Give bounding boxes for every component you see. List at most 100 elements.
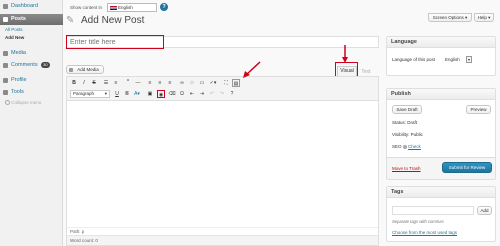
align-center-icon[interactable]: ≡ [156, 79, 164, 87]
sidebar-item-label: Comments [11, 62, 38, 68]
bullet-list-icon[interactable]: ☰ [102, 79, 110, 87]
user-icon [3, 78, 8, 83]
sidebar-item-label: Posts [11, 16, 26, 22]
screen-options-label: Screen Options [432, 15, 464, 20]
seo-status-icon [402, 144, 407, 149]
collapse-icon [5, 100, 10, 106]
strikethrough-icon[interactable]: S [90, 79, 98, 87]
spellcheck-icon[interactable]: ✓▾ [209, 79, 217, 87]
underline-icon[interactable]: U [113, 90, 121, 98]
page-title: Add New Post [81, 15, 145, 26]
choose-tags-link[interactable]: Choose from the most used tags [392, 230, 457, 235]
language-label: Language of this post [392, 57, 436, 62]
sidebar-submenu-add-new[interactable]: Add New [0, 35, 63, 40]
save-draft-button[interactable]: Save Draft [392, 105, 422, 114]
sidebar-item-posts[interactable]: Posts [0, 14, 63, 25]
tools-icon [3, 90, 8, 95]
sidebar-item-profile[interactable]: Profile [0, 75, 63, 86]
uk-flag-icon [110, 5, 117, 10]
help-icon[interactable]: ? [160, 3, 168, 11]
unlink-icon[interactable]: ⊘ [188, 79, 196, 87]
arrow-to-visual-tab [342, 45, 348, 63]
sidebar-item-media[interactable]: Media [0, 48, 63, 59]
redo-icon[interactable]: ↷ [218, 90, 226, 98]
tags-box-title: Tags [387, 187, 495, 198]
editor-content-area[interactable] [67, 102, 378, 227]
pin-icon [3, 17, 8, 22]
text-color-icon[interactable]: A▾ [133, 90, 141, 98]
seo-check-link[interactable]: Check [408, 144, 421, 149]
comment-icon [3, 63, 8, 68]
help-button[interactable]: Help ▾ [474, 13, 494, 22]
sidebar-item-tools[interactable]: Tools [0, 87, 63, 98]
language-box-title: Language [387, 37, 495, 48]
sidebar-item-label: Dashboard [11, 3, 38, 9]
tags-hint: Separate tags with commas [392, 219, 444, 224]
submenu-label: All Posts [5, 27, 23, 32]
paste-word-icon[interactable]: ◉ [157, 90, 165, 98]
sidebar-item-comments[interactable]: Comments 30 [0, 60, 63, 71]
outdent-icon[interactable]: ⇤ [188, 90, 196, 98]
keyboard-help-icon[interactable]: ? [228, 90, 236, 98]
move-to-trash-link[interactable]: Move to Trash [392, 166, 421, 171]
submit-for-review-button[interactable]: Submit for Review [442, 162, 492, 173]
sidebar-item-label: Profile [11, 77, 27, 83]
clear-formatting-icon[interactable]: ⌫ [168, 90, 176, 98]
show-content-label: Show content in [70, 5, 103, 10]
preview-button[interactable]: Preview [466, 105, 491, 114]
special-character-icon[interactable]: Ω [178, 90, 186, 98]
comment-count-badge: 30 [41, 62, 50, 68]
post-status: Status: Draft [392, 120, 418, 125]
sidebar-submenu-all-posts[interactable]: All Posts [0, 27, 63, 32]
media-icon [69, 68, 73, 72]
admin-sidebar: Dashboard Posts All Posts Add New Media … [0, 0, 63, 246]
preview-label: Preview [470, 107, 487, 112]
tab-text[interactable]: Text [359, 68, 373, 76]
tab-text-label: Text [361, 69, 371, 75]
editor-toolbar: B I S ☰ ≡ “ — ≡ ≡ ≡ ∞ ⊘ ▭ ✓▾ ⛶ ▤ Paragra… [67, 77, 378, 101]
sidebar-item-dashboard[interactable]: Dashboard [0, 1, 63, 12]
publish-box: Publish Save Draft Preview Status: Draft… [386, 88, 496, 180]
language-value: English [445, 57, 460, 62]
language-switcher-select[interactable]: English [107, 3, 157, 12]
language-switcher-value: English [118, 5, 133, 10]
dashboard-icon [3, 4, 8, 9]
language-select-toggle[interactable]: ▾ [466, 56, 472, 63]
editor-path: Path: p [67, 227, 378, 235]
add-tag-label: Add [480, 208, 489, 213]
numbered-list-icon[interactable]: ≡ [112, 79, 120, 87]
media-icon [3, 51, 8, 56]
collapse-menu-button[interactable]: Collapse menu [0, 100, 63, 106]
undo-icon[interactable]: ↶ [208, 90, 216, 98]
italic-icon[interactable]: I [80, 79, 88, 87]
align-left-icon[interactable]: ≡ [146, 79, 154, 87]
arrow-to-toolbar [243, 61, 261, 78]
horizontal-line-icon[interactable]: — [134, 79, 142, 87]
bold-icon[interactable]: B [70, 79, 78, 87]
fullscreen-icon[interactable]: ⛶ [222, 79, 230, 87]
add-media-button[interactable]: Add Media [66, 65, 104, 74]
paste-text-icon[interactable]: ▣ [146, 90, 154, 98]
editor-container: B I S ☰ ≡ “ — ≡ ≡ ≡ ∞ ⊘ ▭ ✓▾ ⛶ ▤ Paragra… [66, 76, 379, 246]
language-box: Language Language of this post English ▾ [386, 36, 496, 76]
add-media-label: Add Media [77, 67, 99, 72]
insert-more-icon[interactable]: ▭ [198, 79, 206, 87]
tags-input[interactable] [392, 206, 474, 215]
sidebar-item-label: Media [11, 50, 26, 56]
save-draft-label: Save Draft [396, 107, 418, 112]
collapse-label: Collapse menu [11, 100, 42, 105]
indent-icon[interactable]: ⇥ [198, 90, 206, 98]
toolbar-toggle-icon[interactable]: ▤ [232, 79, 240, 87]
blockquote-icon[interactable]: “ [124, 79, 132, 87]
seo-label: SEO [392, 144, 402, 149]
publish-box-title: Publish [387, 89, 495, 100]
submit-label: Submit for Review [448, 165, 486, 170]
format-select[interactable]: Paragraph ▾ [70, 90, 110, 98]
insert-link-icon[interactable]: ∞ [178, 79, 186, 87]
screen-options-button[interactable]: Screen Options ▾ [428, 13, 472, 22]
align-right-icon[interactable]: ≡ [166, 79, 174, 87]
justify-icon[interactable]: ≣ [123, 90, 131, 98]
word-count: Word count: 0 [67, 235, 378, 245]
chevron-down-icon: ▾ [104, 91, 107, 96]
add-tag-button[interactable]: Add [477, 206, 492, 215]
